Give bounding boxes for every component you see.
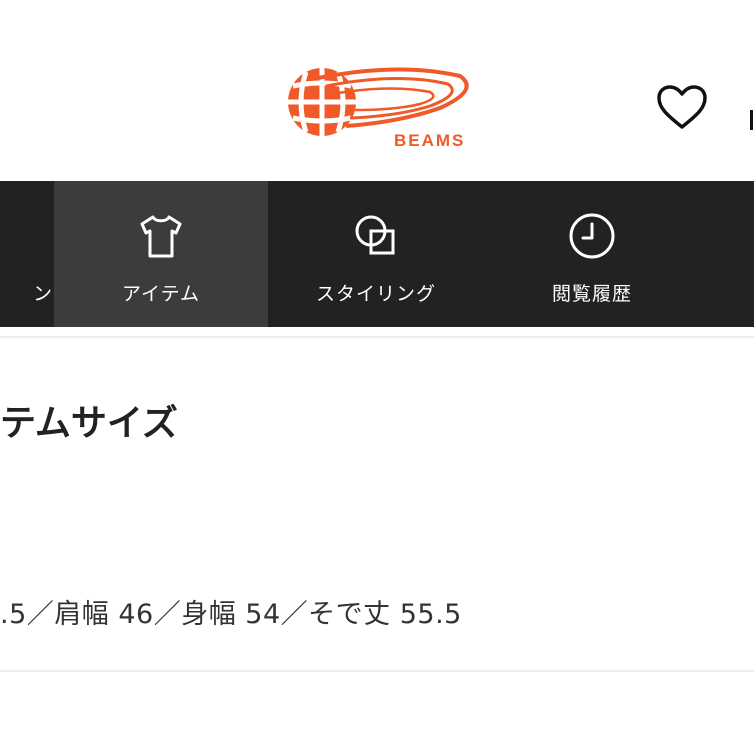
clock-icon [569,213,615,259]
header: BEAMS [0,0,754,181]
section-divider [0,670,754,672]
nav-item-label: 閲覧履歴 [551,283,632,305]
favorite-heart-icon[interactable] [655,84,709,132]
edge-partial-icon [748,108,754,132]
nav-item-label: スタイリング [315,283,436,305]
nav-item-partial-left[interactable]: ン [0,181,52,327]
logo-text: BEAMS [394,131,465,150]
size-measurements-text: .5／肩幅 46／身幅 54／そで丈 55.5 [0,599,462,630]
nav-item-label: アイテム [121,283,201,305]
nav-item-label: ン [32,283,52,305]
overlap-squares-icon [355,215,395,255]
beams-logo[interactable]: BEAMS [280,64,474,154]
nav-item-item[interactable]: アイテム [54,181,268,327]
nav-item-styling[interactable]: スタイリング [268,181,484,327]
tshirt-icon [140,215,182,258]
item-size-heading: テムサイズ [0,403,178,444]
nav-item-history[interactable]: 閲覧履歴 [484,181,700,327]
section-divider [0,336,754,338]
category-nav-bar: ン アイテム スタイリング 閲覧履歴 [0,181,754,327]
